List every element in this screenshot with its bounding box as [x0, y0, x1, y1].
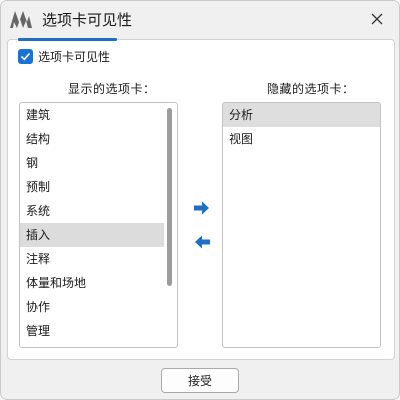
shown-tabs-list[interactable]: 建筑 结构 钢 预制 系统 插入 注释 体量和场地 协作 管理: [19, 102, 178, 348]
arrow-right-icon[interactable]: [192, 200, 212, 216]
list-item[interactable]: 注释: [20, 247, 177, 271]
list-item-selected[interactable]: 分析: [223, 103, 380, 127]
hidden-tabs-list[interactable]: 分析 视图: [222, 102, 381, 348]
hidden-tabs-header: 隐藏的选项卡：: [267, 82, 355, 96]
arrow-left-icon[interactable]: [192, 234, 212, 250]
shown-tabs-header: 显示的选项卡：: [68, 82, 156, 96]
checkmark-icon: [20, 52, 31, 60]
list-item[interactable]: 建筑: [20, 103, 177, 127]
tab-visibility-panel: 选项卡可见性 显示的选项卡： 隐藏的选项卡： 建筑 结构 钢 预制 系统 插入 …: [7, 38, 395, 360]
dialog-window: 选项卡可见性 选项卡可见性 显示的选项卡： 隐藏的选项卡： 建筑 结构 钢 预制…: [0, 0, 400, 400]
visibility-checkbox-row[interactable]: 选项卡可见性: [18, 47, 110, 65]
list-item[interactable]: 结构: [20, 127, 177, 151]
panel-accent-bar: [18, 38, 117, 41]
list-item[interactable]: 预制: [20, 175, 177, 199]
app-logo-icon: [10, 11, 32, 28]
list-item[interactable]: 钢: [20, 151, 177, 175]
window-title: 选项卡可见性: [42, 11, 133, 29]
shown-tabs-items: 建筑 结构 钢 预制 系统 插入 注释 体量和场地 协作 管理: [20, 103, 177, 343]
list-item[interactable]: 协作: [20, 295, 177, 319]
list-item-selected[interactable]: 插入: [20, 223, 164, 247]
visibility-checkbox-label: 选项卡可见性: [38, 49, 111, 64]
title-bar: 选项卡可见性: [1, 1, 399, 37]
list-item[interactable]: 管理: [20, 319, 177, 343]
list-item[interactable]: 系统: [20, 199, 177, 223]
accept-button[interactable]: 接受: [161, 368, 239, 393]
list-item[interactable]: 体量和场地: [20, 271, 177, 295]
hidden-tabs-items: 分析 视图: [223, 103, 380, 151]
list-item[interactable]: 视图: [223, 127, 380, 151]
shown-tabs-scrollbar[interactable]: [167, 108, 172, 286]
close-icon[interactable]: [367, 9, 387, 29]
visibility-checkbox[interactable]: [18, 48, 33, 64]
